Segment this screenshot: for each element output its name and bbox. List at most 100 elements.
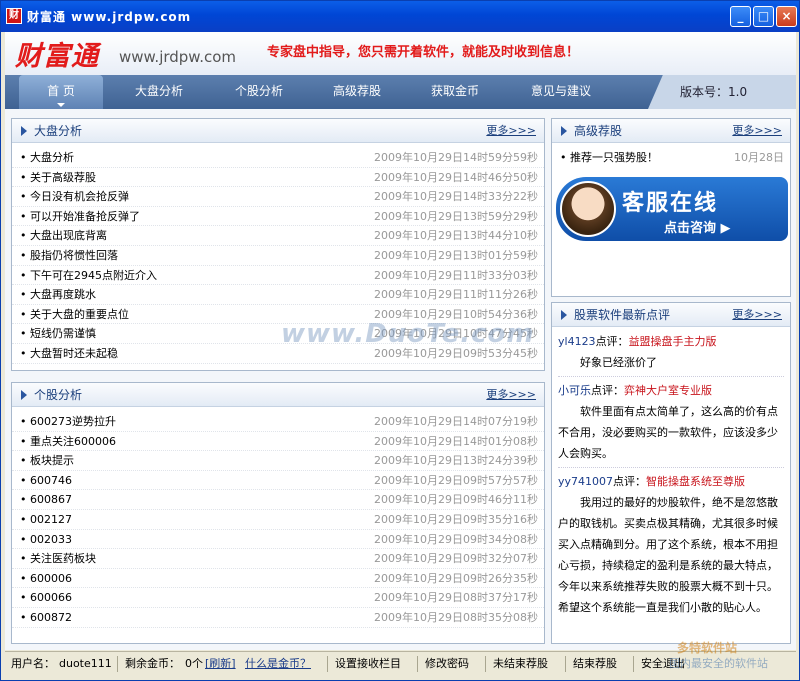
content-area: 大盘分析 更多>>> • 大盘分析 2009年10月29日14时59分59秒 • … — [5, 109, 796, 650]
list-item[interactable]: • 002033 2009年10月29日09时34分08秒 — [12, 530, 544, 550]
nav-stocks[interactable]: 个股分析 — [217, 75, 301, 109]
center-watermark: www.DuoTe.com — [281, 319, 535, 349]
what-is-coin-link[interactable]: 什么是金币？ — [245, 652, 311, 676]
divider — [558, 376, 784, 377]
version-label: 版本号：1.0 — [648, 75, 796, 109]
triangle-icon — [561, 126, 567, 136]
minimize-button[interactable]: _ — [730, 6, 751, 27]
triangle-icon — [21, 390, 27, 400]
close-button[interactable]: × — [776, 6, 797, 27]
nav-recommend[interactable]: 高级荐股 — [315, 75, 399, 109]
list-item[interactable]: • 600867 2009年10月29日09时46分11秒 — [12, 490, 544, 510]
panel-title: 高级荐股 — [574, 124, 623, 138]
list-item[interactable]: • 今日没有机会抢反弹 2009年10月29日14时33分22秒 — [12, 187, 544, 207]
review-text: 软件里面有点太简单了，这么高的价有点不合用，没必要购买的一款软件，应该没多少人会… — [558, 405, 778, 460]
divider — [558, 467, 784, 468]
separator — [485, 656, 486, 672]
nav-market[interactable]: 大盘分析 — [117, 75, 201, 109]
list-item[interactable]: • 600872 2009年10月29日08时35分08秒 — [12, 608, 544, 628]
list-item[interactable]: • 600746 2009年10月29日09时57分57秒 — [12, 471, 544, 491]
logo-url: www.jrdpw.com — [119, 48, 237, 66]
separator — [633, 656, 634, 672]
stocks-panel: 个股分析 更多>>> • 600273逆势拉升 2009年10月29日14时07分… — [11, 382, 545, 644]
chevron-down-icon — [57, 103, 65, 107]
reviews-panel: 股票软件最新点评 更多>>> yl4123点评：益盟操盘手主力版 好象已经涨价了… — [551, 302, 791, 644]
more-link[interactable]: 更多>>> — [486, 119, 536, 143]
review-item: yl4123点评：益盟操盘手主力版 好象已经涨价了 — [558, 331, 784, 373]
separator — [327, 656, 328, 672]
list-item[interactable]: • 关于高级荐股 2009年10月29日14时46分50秒 — [12, 168, 544, 188]
panel-header: 个股分析 更多>>> — [12, 383, 544, 407]
unended-recommend-button[interactable]: 未结束荐股 — [493, 652, 548, 676]
list-item[interactable]: • 大盘再度跳水 2009年10月29日11时11分26秒 — [12, 285, 544, 305]
app-icon: 财 — [6, 8, 22, 24]
nav-feedback[interactable]: 意见与建议 — [511, 75, 611, 109]
review-user[interactable]: yy741007 — [558, 475, 613, 488]
triangle-icon — [21, 126, 27, 136]
list-item[interactable]: • 大盘分析 2009年10月29日14时59分59秒 — [12, 148, 544, 168]
panel-header: 大盘分析 更多>>> — [12, 119, 544, 143]
customer-service-banner[interactable]: 客服在线 点击咨询 ▶ — [556, 177, 788, 241]
logo: 财富通 — [15, 41, 99, 72]
reviews-list: yl4123点评：益盟操盘手主力版 好象已经涨价了 小可乐点评：弈神大户室专业版… — [552, 327, 790, 618]
maximize-button[interactable]: □ — [753, 6, 774, 27]
triangle-icon — [561, 310, 567, 320]
list-item[interactable]: • 可以开始准备抢反弹了 2009年10月29日13时59分29秒 — [12, 207, 544, 227]
list-item[interactable]: • 重点关注600006 2009年10月29日14时01分08秒 — [12, 432, 544, 452]
list-item[interactable]: • 600273逆势拉升 2009年10月29日14时07分19秒 — [12, 412, 544, 432]
app-header: 财富通 www.jrdpw.com 专家盘中指导，您只需开着软件，就能及时收到信… — [5, 32, 796, 75]
review-software[interactable]: 智能操盘系统至尊版 — [646, 475, 745, 488]
support-agent-avatar — [560, 181, 616, 237]
corner-watermark-sub: 国内最安全的软件站 — [669, 657, 768, 670]
slogan: 专家盘中指导，您只需开着软件，就能及时收到信息！ — [267, 45, 580, 60]
refresh-link[interactable]: [刷新] — [205, 652, 236, 676]
panel-title: 个股分析 — [34, 388, 83, 402]
recommend-list: • 推荐一只强势股！ 10月28日 — [552, 143, 790, 168]
app-window: 财 财富通 www.jrdpw.com _ □ × 财富通 www.jrdpw.… — [0, 0, 800, 681]
cs-subtitle: 点击咨询 ▶ — [664, 221, 731, 236]
nav-get-coins[interactable]: 获取金币 — [413, 75, 497, 109]
coins-value: 0个 — [185, 657, 203, 670]
list-item[interactable]: • 600006 2009年10月29日09时26分35秒 — [12, 569, 544, 589]
cs-title: 客服在线 — [622, 191, 719, 216]
review-text: 好象已经涨价了 — [580, 356, 657, 369]
list-item[interactable]: • 002127 2009年10月29日09时35分16秒 — [12, 510, 544, 530]
settings-button[interactable]: 设置接收栏目 — [335, 652, 401, 676]
panel-title: 股票软件最新点评 — [574, 308, 671, 322]
list-item[interactable]: • 股指仍将惯性回落 2009年10月29日13时01分59秒 — [12, 246, 544, 266]
review-item: yy741007点评：智能操盘系统至尊版 我用过的最好的炒股软件，绝不是忽悠散户… — [558, 471, 784, 618]
main-nav: 首 页 大盘分析 个股分析 高级荐股 获取金币 意见与建议 版本号：1.0 — [5, 75, 796, 109]
title-bar: 财 财富通 www.jrdpw.com _ □ × — [1, 1, 799, 32]
list-item[interactable]: • 板块提示 2009年10月29日13时24分39秒 — [12, 451, 544, 471]
review-software[interactable]: 弈神大户室专业版 — [624, 384, 712, 397]
recommend-panel: 高级荐股 更多>>> • 推荐一只强势股！ 10月28日 客服在线 点击咨询 ▶ — [551, 118, 791, 297]
stocks-list: • 600273逆势拉升 2009年10月29日14时07分19秒 • 重点关注6… — [12, 407, 544, 628]
more-link[interactable]: 更多>>> — [732, 303, 782, 327]
review-item: 小可乐点评：弈神大户室专业版 软件里面有点太简单了，这么高的价有点不合用，没必要… — [558, 380, 784, 464]
review-user[interactable]: 小可乐 — [558, 384, 591, 397]
panel-title: 大盘分析 — [34, 124, 83, 138]
separator — [565, 656, 566, 672]
ended-recommend-button[interactable]: 结束荐股 — [573, 652, 617, 676]
list-item[interactable]: • 推荐一只强势股！ 10月28日 — [552, 148, 790, 168]
window-title: 财富通 www.jrdpw.com — [27, 10, 192, 24]
review-software[interactable]: 益盟操盘手主力版 — [629, 335, 717, 348]
nav-home[interactable]: 首 页 — [19, 75, 103, 109]
more-link[interactable]: 更多>>> — [732, 119, 782, 143]
list-item[interactable]: • 关注医药板块 2009年10月29日09时32分07秒 — [12, 549, 544, 569]
review-text: 我用过的最好的炒股软件，绝不是忽悠散户的取钱机。买卖点极其精确，尤其很多时候买入… — [558, 496, 778, 614]
separator — [117, 656, 118, 672]
panel-header: 高级荐股 更多>>> — [552, 119, 790, 143]
username-label: 用户名： — [11, 657, 55, 670]
more-link[interactable]: 更多>>> — [486, 383, 536, 407]
username-value: duote111 — [59, 657, 112, 670]
status-bar: 用户名： duote111 剩余金币： 0个 [刷新] 什么是金币？ 设置接收栏… — [5, 641, 796, 677]
list-item[interactable]: • 600066 2009年10月29日08时37分17秒 — [12, 588, 544, 608]
list-item[interactable]: • 大盘出现底背离 2009年10月29日13时44分10秒 — [12, 226, 544, 246]
panel-header: 股票软件最新点评 更多>>> — [552, 303, 790, 327]
change-password-button[interactable]: 修改密码 — [425, 652, 469, 676]
coins-label: 剩余金币： — [125, 657, 180, 670]
separator — [417, 656, 418, 672]
review-user[interactable]: yl4123 — [558, 335, 596, 348]
list-item[interactable]: • 下午可在2945点附近介入 2009年10月29日11时33分03秒 — [12, 266, 544, 286]
